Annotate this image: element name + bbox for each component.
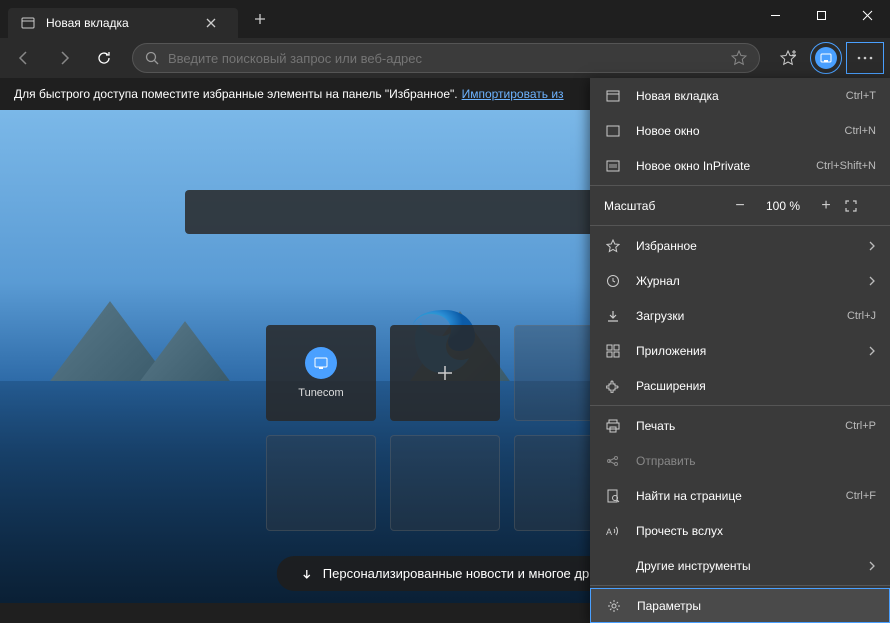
chevron-right-icon (868, 275, 876, 287)
find-icon (604, 489, 622, 503)
zoom-out-button[interactable]: − (722, 197, 758, 215)
menu-new-window[interactable]: Новое окно Ctrl+N (590, 113, 890, 148)
tile-add[interactable] (390, 325, 500, 421)
tab-title: Новая вкладка (46, 16, 196, 30)
inprivate-icon (604, 159, 622, 173)
menu-history[interactable]: Журнал (590, 263, 890, 298)
menu-find[interactable]: Найти на странице Ctrl+F (590, 478, 890, 513)
zoom-value: 100 % (758, 199, 808, 213)
menu-zoom: Масштаб − 100 % + (590, 188, 890, 223)
chevron-right-icon (868, 560, 876, 572)
arrow-down-icon (301, 568, 313, 580)
new-tab-button[interactable] (246, 9, 274, 29)
tab-page-icon (20, 15, 36, 31)
window-controls (752, 0, 890, 30)
menu-read-aloud[interactable]: A Прочесть вслух (590, 513, 890, 548)
tab-close-icon[interactable] (206, 18, 226, 28)
new-tab-icon (604, 89, 622, 103)
browser-tab[interactable]: Новая вкладка (8, 8, 238, 38)
history-icon (604, 274, 622, 288)
menu-apps[interactable]: Приложения (590, 333, 890, 368)
svg-text:A: A (606, 527, 612, 537)
zoom-in-button[interactable]: + (808, 197, 844, 215)
read-aloud-icon: A (604, 524, 622, 538)
download-icon (604, 309, 622, 323)
settings-menu: Новая вкладка Ctrl+T Новое окно Ctrl+N Н… (590, 78, 890, 623)
close-window-button[interactable] (844, 0, 890, 30)
maximize-button[interactable] (798, 0, 844, 30)
profile-button[interactable] (810, 42, 842, 74)
back-button[interactable] (6, 42, 42, 74)
fullscreen-button[interactable] (844, 199, 876, 213)
tile-tunecom[interactable]: Tunecom (266, 325, 376, 421)
menu-extensions[interactable]: Расширения (590, 368, 890, 403)
new-window-icon (604, 124, 622, 138)
minimize-button[interactable] (752, 0, 798, 30)
menu-share: Отправить (590, 443, 890, 478)
tile-label: Tunecom (298, 387, 343, 399)
refresh-button[interactable] (86, 42, 122, 74)
plus-icon (435, 363, 455, 383)
print-icon (604, 419, 622, 433)
import-bar-text: Для быстрого доступа поместите избранные… (14, 87, 458, 101)
news-button-label: Персонализированные новости и многое др (323, 566, 589, 581)
extensions-icon (604, 379, 622, 393)
favorites-button[interactable] (770, 42, 806, 74)
quick-tiles-row2 (266, 435, 624, 531)
menu-more-tools[interactable]: Другие инструменты (590, 548, 890, 583)
toolbar (0, 38, 890, 78)
star-icon (604, 239, 622, 253)
search-icon (145, 51, 160, 66)
address-bar[interactable] (132, 43, 760, 73)
menu-new-inprivate[interactable]: Новое окно InPrivate Ctrl+Shift+N (590, 148, 890, 183)
tile-empty[interactable] (266, 435, 376, 531)
chevron-right-icon (868, 240, 876, 252)
menu-settings[interactable]: Параметры (590, 588, 890, 623)
apps-icon (604, 344, 622, 358)
favorite-star-icon[interactable] (731, 50, 747, 66)
share-icon (604, 454, 622, 468)
forward-button[interactable] (46, 42, 82, 74)
gear-icon (605, 599, 623, 613)
more-menu-button[interactable] (846, 42, 884, 74)
tile-empty[interactable] (390, 435, 500, 531)
personalized-news-button[interactable]: Персонализированные новости и многое др (277, 556, 613, 591)
menu-favorites[interactable]: Избранное (590, 228, 890, 263)
menu-downloads[interactable]: Загрузки Ctrl+J (590, 298, 890, 333)
menu-new-tab[interactable]: Новая вкладка Ctrl+T (590, 78, 890, 113)
address-input[interactable] (168, 51, 723, 66)
quick-tiles: Tunecom (266, 325, 624, 421)
menu-print[interactable]: Печать Ctrl+P (590, 408, 890, 443)
tile-icon (305, 347, 337, 379)
import-link[interactable]: Импортировать из (462, 87, 564, 101)
chevron-right-icon (868, 345, 876, 357)
